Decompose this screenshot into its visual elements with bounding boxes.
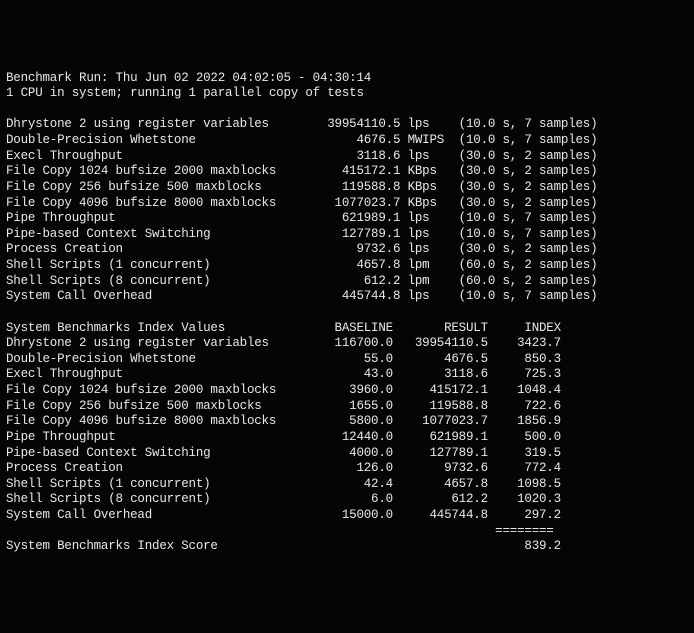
index-row-5: File Copy 4096 bufsize 8000 maxblocks 58… bbox=[6, 414, 688, 430]
test-row-8: Process Creation 9732.6 lps (30.0 s, 2 s… bbox=[6, 242, 688, 258]
index-row-2: Execl Throughput 43.0 3118.6 725.3 bbox=[6, 367, 688, 383]
header-line1: Benchmark Run: Thu Jun 02 2022 04:02:05 … bbox=[6, 71, 688, 87]
score-line: System Benchmarks Index Score 839.2 bbox=[6, 539, 688, 555]
index-row-8: Process Creation 126.0 9732.6 772.4 bbox=[6, 461, 688, 477]
index-row-3: File Copy 1024 bufsize 2000 maxblocks 39… bbox=[6, 383, 688, 399]
terminal-output: Benchmark Run: Thu Jun 02 2022 04:02:05 … bbox=[6, 71, 688, 555]
test-row-10: Shell Scripts (8 concurrent) 612.2 lpm (… bbox=[6, 274, 688, 290]
index-row-7: Pipe-based Context Switching 4000.0 1277… bbox=[6, 446, 688, 462]
test-row-5: File Copy 4096 bufsize 8000 maxblocks 10… bbox=[6, 196, 688, 212]
index-row-9: Shell Scripts (1 concurrent) 42.4 4657.8… bbox=[6, 477, 688, 493]
test-row-1: Double-Precision Whetstone 4676.5 MWIPS … bbox=[6, 133, 688, 149]
test-row-0: Dhrystone 2 using register variables 399… bbox=[6, 117, 688, 133]
test-row-7: Pipe-based Context Switching 127789.1 lp… bbox=[6, 227, 688, 243]
index-row-6: Pipe Throughput 12440.0 621989.1 500.0 bbox=[6, 430, 688, 446]
index-row-0: Dhrystone 2 using register variables 116… bbox=[6, 336, 688, 352]
test-row-11: System Call Overhead 445744.8 lps (10.0 … bbox=[6, 289, 688, 305]
test-row-9: Shell Scripts (1 concurrent) 4657.8 lpm … bbox=[6, 258, 688, 274]
index-row-4: File Copy 256 bufsize 500 maxblocks 1655… bbox=[6, 399, 688, 415]
test-row-2: Execl Throughput 3118.6 lps (30.0 s, 2 s… bbox=[6, 149, 688, 165]
index-row-1: Double-Precision Whetstone 55.0 4676.5 8… bbox=[6, 352, 688, 368]
test-row-6: Pipe Throughput 621989.1 lps (10.0 s, 7 … bbox=[6, 211, 688, 227]
header-line2: 1 CPU in system; running 1 parallel copy… bbox=[6, 86, 688, 102]
index-header: System Benchmarks Index Values BASELINE … bbox=[6, 321, 688, 337]
test-row-4: File Copy 256 bufsize 500 maxblocks 1195… bbox=[6, 180, 688, 196]
index-row-11: System Call Overhead 15000.0 445744.8 29… bbox=[6, 508, 688, 524]
blank bbox=[6, 102, 688, 118]
blank bbox=[6, 305, 688, 321]
index-row-10: Shell Scripts (8 concurrent) 6.0 612.2 1… bbox=[6, 492, 688, 508]
divider: ======== bbox=[6, 524, 688, 540]
test-row-3: File Copy 1024 bufsize 2000 maxblocks 41… bbox=[6, 164, 688, 180]
